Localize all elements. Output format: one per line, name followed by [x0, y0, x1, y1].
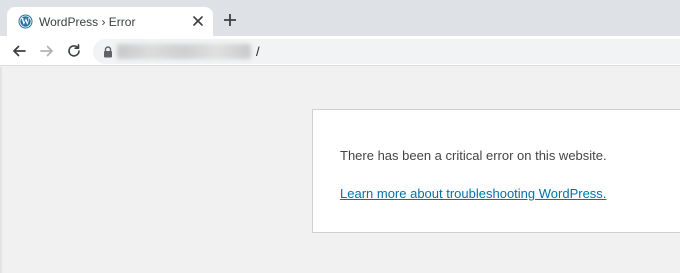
page-content: There has been a critical error on this … — [0, 67, 680, 273]
page-edge — [0, 67, 2, 273]
troubleshooting-link[interactable]: Learn more about troubleshooting WordPre… — [340, 186, 606, 201]
svg-text:W: W — [21, 17, 30, 27]
wordpress-icon: W — [18, 14, 33, 29]
reload-button[interactable] — [64, 41, 84, 61]
arrow-right-icon — [40, 45, 53, 57]
forward-button[interactable] — [37, 41, 57, 61]
lock-icon[interactable] — [103, 45, 113, 58]
url-text: / — [256, 44, 260, 59]
back-button[interactable] — [9, 41, 29, 61]
close-icon[interactable] — [190, 13, 206, 29]
new-tab-button[interactable] — [221, 11, 239, 29]
tab-strip: W WordPress › Error — [0, 0, 680, 36]
error-message: There has been a critical error on this … — [340, 148, 607, 163]
tab-title: WordPress › Error — [39, 15, 136, 29]
url-blurred — [117, 44, 251, 59]
address-bar[interactable]: / — [93, 39, 680, 64]
browser-toolbar: / — [0, 36, 680, 66]
browser-tab[interactable]: W WordPress › Error — [7, 7, 213, 36]
plus-icon — [224, 14, 236, 26]
reload-icon — [68, 44, 80, 57]
arrow-left-icon — [13, 45, 26, 57]
error-box: There has been a critical error on this … — [312, 109, 680, 233]
